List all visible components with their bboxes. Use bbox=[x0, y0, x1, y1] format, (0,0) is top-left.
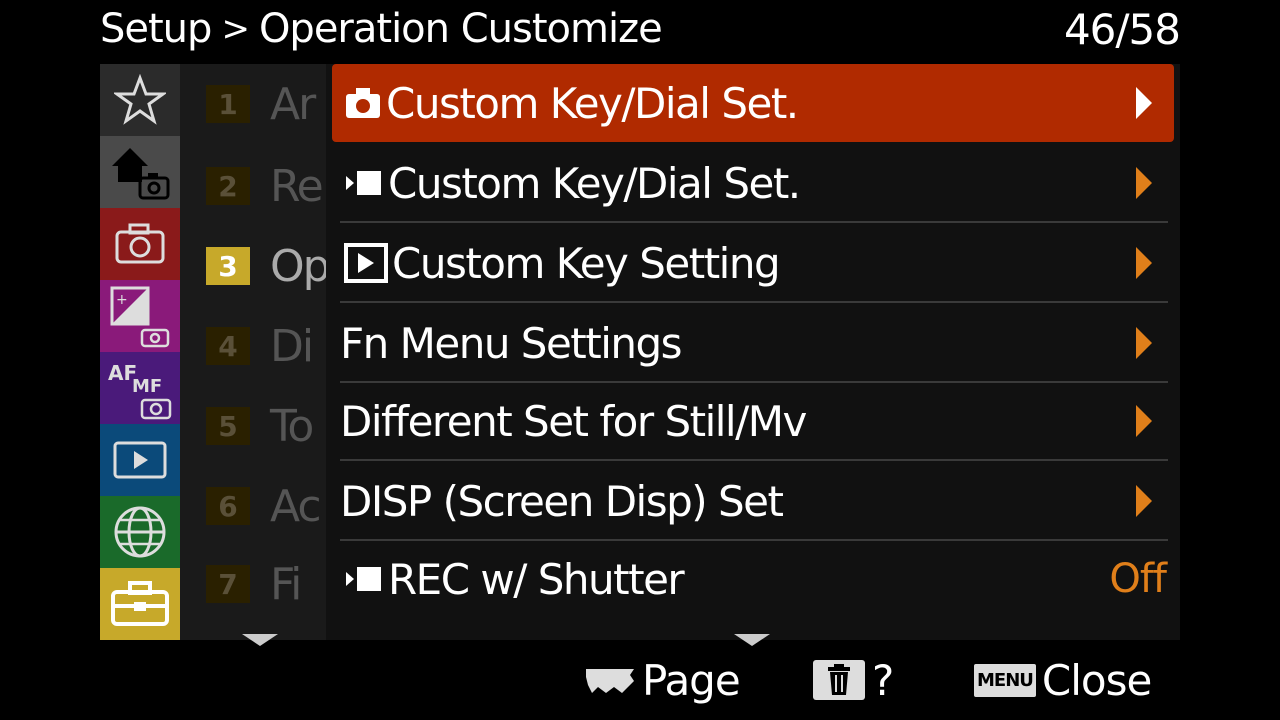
chevron-right-icon bbox=[1136, 247, 1152, 279]
breadcrumb-current: Operation Customize bbox=[258, 6, 663, 52]
submenu-number: 6 bbox=[206, 487, 250, 525]
submenu-label: Di bbox=[270, 320, 314, 372]
close-hint[interactable]: MENU Close bbox=[974, 650, 1152, 710]
submenu-label: Fi bbox=[270, 558, 302, 610]
submenu-item-4[interactable]: 4 Di bbox=[206, 310, 326, 382]
menu-item-fn-menu-settings[interactable]: Fn Menu Settings bbox=[332, 304, 1174, 383]
menu-item-label: Custom Key Setting bbox=[392, 238, 781, 288]
category-setup[interactable] bbox=[100, 568, 180, 640]
menu-item-label: Custom Key/Dial Set. bbox=[386, 78, 799, 128]
submenu-number: 5 bbox=[206, 407, 250, 445]
breadcrumb-root: Setup bbox=[100, 6, 212, 52]
menu-item-label: Fn Menu Settings bbox=[340, 318, 683, 368]
submenu-label: Ac bbox=[270, 480, 322, 532]
page-dial-icon bbox=[586, 669, 634, 693]
help-hint[interactable]: ? bbox=[812, 650, 894, 710]
camera-icon bbox=[115, 223, 165, 264]
af-mf-icon: AF MF bbox=[108, 361, 172, 420]
category-favorites[interactable] bbox=[100, 64, 180, 136]
star-icon bbox=[114, 74, 166, 125]
category-shooting[interactable] bbox=[100, 208, 180, 280]
submenu-number: 1 bbox=[206, 85, 250, 123]
menu-item-value: Off bbox=[1109, 556, 1167, 602]
category-column: + AF MF bbox=[100, 64, 180, 640]
menu-item-custom-key-setting[interactable]: Custom Key Setting bbox=[332, 224, 1174, 303]
page-counter: 46/58 bbox=[1063, 4, 1181, 54]
category-main[interactable] bbox=[100, 136, 180, 208]
row-divider bbox=[340, 301, 1168, 303]
footer-hints: Page ? MENU Close bbox=[0, 640, 1280, 720]
category-focus[interactable]: AF MF bbox=[100, 352, 180, 424]
menu-screen: + AF MF 1 Ar 2 Re 3 Op 4 Di 5 To 6 Ac 7 … bbox=[100, 64, 1180, 640]
menu-item-disp-set[interactable]: DISP (Screen Disp) Set bbox=[332, 462, 1174, 541]
submenu-item-1[interactable]: 1 Ar bbox=[206, 68, 326, 140]
page-hint[interactable]: Page bbox=[584, 650, 741, 710]
svg-text:MF: MF bbox=[132, 376, 162, 397]
movie-icon bbox=[344, 168, 384, 198]
menu-item-different-set[interactable]: Different Set for Still/Mv bbox=[332, 382, 1174, 461]
category-playback[interactable] bbox=[100, 424, 180, 496]
camera-still-icon bbox=[344, 86, 382, 120]
submenu-label: Re bbox=[270, 160, 324, 212]
playback-icon bbox=[113, 441, 167, 479]
chevron-right-icon bbox=[1136, 87, 1152, 119]
category-network[interactable] bbox=[100, 496, 180, 568]
submenu-item-6[interactable]: 6 Ac bbox=[206, 470, 326, 542]
movie-icon bbox=[344, 564, 384, 594]
home-camera-icon bbox=[112, 148, 170, 200]
breadcrumb-separator: > bbox=[221, 9, 249, 49]
submenu-item-3[interactable]: 3 Op bbox=[206, 230, 326, 302]
chevron-right-icon bbox=[1136, 327, 1152, 359]
menu-item-label: REC w/ Shutter bbox=[388, 554, 685, 604]
menu-item-custom-key-dial-still[interactable]: Custom Key/Dial Set. bbox=[332, 64, 1174, 142]
submenu-number: 7 bbox=[206, 565, 250, 603]
breadcrumb: Setup > Operation Customize bbox=[100, 4, 663, 54]
chevron-right-icon bbox=[1136, 485, 1152, 517]
close-label: Close bbox=[1041, 655, 1152, 705]
submenu-item-2[interactable]: 2 Re bbox=[206, 150, 326, 222]
globe-icon bbox=[114, 506, 166, 558]
submenu-label: Ar bbox=[270, 78, 316, 130]
submenu-number: 4 bbox=[206, 327, 250, 365]
menu-item-label: Custom Key/Dial Set. bbox=[388, 158, 801, 208]
menu-item-label: Different Set for Still/Mv bbox=[340, 396, 807, 446]
menu-item-label: DISP (Screen Disp) Set bbox=[340, 476, 784, 526]
submenu-number: 2 bbox=[206, 167, 250, 205]
row-divider bbox=[340, 459, 1168, 461]
submenu-label: Op bbox=[270, 240, 326, 292]
exposure-icon: + bbox=[110, 286, 170, 348]
submenu-label: To bbox=[270, 400, 314, 452]
trash-icon bbox=[813, 660, 865, 700]
menu-button-icon: MENU bbox=[974, 663, 1036, 697]
submenu-item-7[interactable]: 7 Fi bbox=[206, 548, 326, 620]
menu-list: Custom Key/Dial Set. Custom Key/Dial Set… bbox=[332, 64, 1174, 640]
submenu-item-5[interactable]: 5 To bbox=[206, 390, 326, 462]
row-divider bbox=[340, 221, 1168, 223]
submenu-number: 3 bbox=[206, 247, 250, 285]
page-label: Page bbox=[642, 655, 741, 705]
menu-item-rec-with-shutter[interactable]: REC w/ Shutter Off bbox=[332, 540, 1174, 618]
menu-item-custom-key-dial-movie[interactable]: Custom Key/Dial Set. bbox=[332, 144, 1174, 223]
submenu-column: 1 Ar 2 Re 3 Op 4 Di 5 To 6 Ac 7 Fi bbox=[180, 64, 326, 640]
category-exposure[interactable]: + bbox=[100, 280, 180, 352]
help-label: ? bbox=[872, 655, 894, 705]
playback-icon bbox=[344, 243, 388, 283]
chevron-right-icon bbox=[1136, 405, 1152, 437]
toolbox-icon bbox=[111, 581, 169, 626]
chevron-right-icon bbox=[1136, 167, 1152, 199]
svg-text:+: + bbox=[116, 292, 128, 308]
